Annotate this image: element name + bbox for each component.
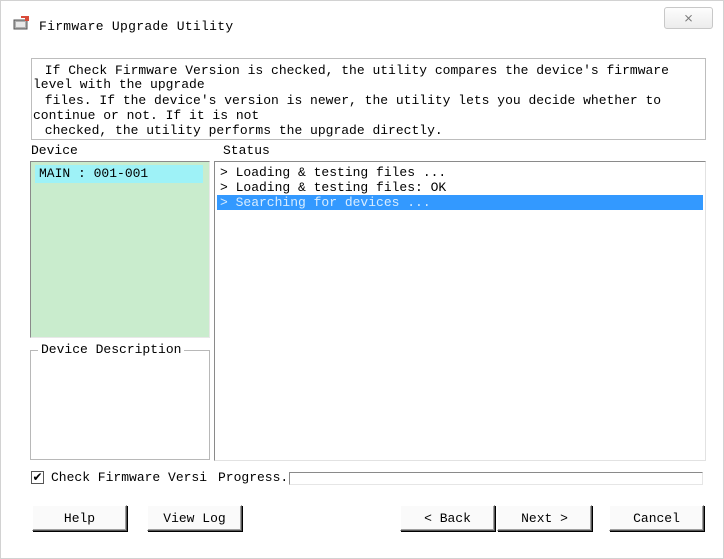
info-line: If Check Firmware Version is checked, th… bbox=[37, 63, 669, 78]
info-text-box: If Check Firmware Version is checked, th… bbox=[31, 58, 706, 140]
info-line: files. If the device's version is newer,… bbox=[37, 93, 662, 108]
status-row-selected: > Searching for devices ... bbox=[217, 195, 703, 210]
status-row: > Loading & testing files: OK bbox=[220, 180, 447, 195]
next-button[interactable]: Next > bbox=[497, 505, 592, 531]
window-title: Firmware Upgrade Utility bbox=[39, 19, 234, 34]
device-description-box bbox=[30, 350, 210, 460]
info-line: continue or not. If it is not bbox=[33, 108, 260, 123]
firmware-upgrade-window: Firmware Upgrade Utility ⨯ If Check Firm… bbox=[0, 0, 724, 559]
check-firmware-label: Check Firmware Versi bbox=[51, 470, 208, 485]
checkmark-icon: ✔ bbox=[32, 470, 43, 484]
status-label: Status bbox=[223, 143, 270, 158]
progress-bar bbox=[289, 472, 703, 485]
cancel-button[interactable]: Cancel bbox=[609, 505, 704, 531]
close-button[interactable]: ⨯ bbox=[664, 7, 713, 29]
device-list[interactable]: MAIN : 001-001 bbox=[30, 161, 210, 338]
firmware-app-icon bbox=[13, 15, 31, 31]
back-button[interactable]: < Back bbox=[400, 505, 495, 531]
help-button[interactable]: Help bbox=[32, 505, 127, 531]
close-icon: ⨯ bbox=[683, 11, 694, 25]
progress-label: Progress. bbox=[218, 470, 289, 485]
device-description-label: Device Description bbox=[38, 342, 185, 358]
device-list-item[interactable]: MAIN : 001-001 bbox=[35, 165, 203, 183]
status-row: > Loading & testing files ... bbox=[220, 165, 447, 180]
status-list[interactable]: > Loading & testing files ... > Loading … bbox=[214, 161, 706, 461]
view-log-button[interactable]: View Log bbox=[147, 505, 242, 531]
info-line: level with the upgrade bbox=[33, 77, 205, 92]
device-label: Device bbox=[31, 143, 78, 158]
check-firmware-checkbox[interactable]: ✔ bbox=[31, 471, 44, 484]
info-line: checked, the utility performs the upgrad… bbox=[37, 123, 443, 138]
title-bar: Firmware Upgrade Utility ⨯ bbox=[1, 1, 723, 51]
